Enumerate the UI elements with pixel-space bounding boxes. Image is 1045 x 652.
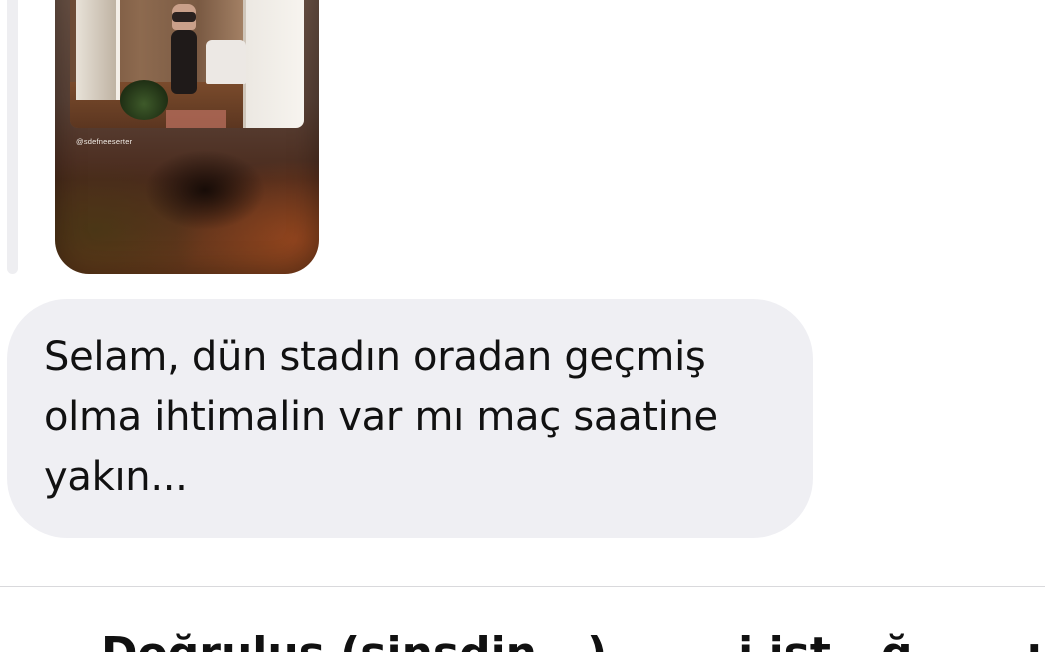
story-username[interactable]: @sdefneeserter — [76, 137, 132, 146]
photo-sofa — [206, 40, 246, 84]
section-divider — [0, 586, 1045, 587]
reply-quote-bar — [7, 0, 18, 274]
photo-window — [243, 0, 304, 128]
photo-rug — [166, 110, 226, 128]
shared-story-image[interactable] — [70, 0, 304, 128]
bottom-caption: Doğruluş (sinsdin...) ... ...i ist...ğ .… — [101, 628, 1045, 652]
photo-plant — [120, 80, 168, 120]
shared-story-card[interactable]: @sdefneeserter — [55, 0, 319, 274]
photo-person-top — [172, 12, 196, 22]
photo-person-legs — [171, 30, 197, 94]
photo-window — [76, 0, 120, 100]
chat-screen: @sdefneeserter Selam, dün stadın oradan … — [0, 0, 1045, 652]
received-message-bubble[interactable]: Selam, dün stadın oradan geçmiş olma iht… — [7, 299, 813, 538]
message-text: Selam, dün stadın oradan geçmiş olma iht… — [44, 334, 718, 500]
